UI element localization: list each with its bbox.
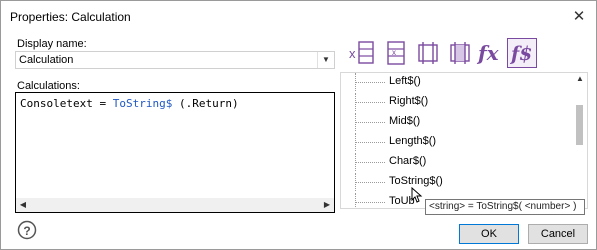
fstring-icon[interactable]: f$ — [507, 38, 537, 68]
function-label: Left$() — [389, 75, 421, 87]
tree-connector — [355, 102, 385, 103]
fx-label: fx — [476, 41, 500, 65]
svg-text:?: ? — [23, 224, 30, 238]
function-label: Char$() — [389, 155, 427, 167]
close-icon[interactable]: ✕ — [571, 9, 587, 25]
code-line: Consoletext = ToString$ (.Return) — [20, 97, 239, 110]
table-icon[interactable]: x — [381, 38, 411, 68]
tree-item-char[interactable]: Char$() — [341, 153, 571, 171]
function-label: ToString$() — [389, 175, 443, 187]
tree-connector — [355, 82, 385, 83]
scroll-thumb[interactable] — [576, 105, 583, 145]
horizontal-scrollbar[interactable]: ◀ ▶ — [16, 198, 334, 212]
tree-connector — [355, 182, 385, 183]
code-operator: = — [92, 97, 113, 110]
svg-text:x: x — [349, 46, 356, 61]
code-variable: Consoletext — [20, 97, 93, 110]
scroll-up-icon[interactable]: ▲ — [573, 73, 587, 85]
tree-connector — [355, 142, 385, 143]
tree-connector — [355, 193, 356, 208]
ok-button[interactable]: OK — [459, 224, 519, 244]
svg-text:x: x — [392, 48, 396, 57]
scroll-right-icon[interactable]: ▶ — [320, 198, 334, 212]
function-label: Mid$() — [389, 115, 421, 127]
function-label: Length$() — [389, 135, 437, 147]
tree-connector — [355, 202, 385, 203]
bracket-icon[interactable] — [413, 38, 443, 68]
tree-connector — [355, 122, 385, 123]
display-name-label: Display name: — [17, 38, 87, 50]
scroll-left-icon[interactable]: ◀ — [16, 198, 30, 212]
function-tree[interactable]: Left$() Right$() Mid$() Length$() Char$(… — [340, 72, 588, 209]
mouse-cursor-icon — [411, 186, 423, 203]
vertical-scrollbar[interactable]: ▲ — [573, 73, 587, 208]
display-name-combobox[interactable]: Calculation ▼ — [15, 51, 335, 69]
tree-connector — [355, 162, 385, 163]
chevron-down-icon[interactable]: ▼ — [317, 52, 334, 68]
title-bar: Properties: Calculation ✕ — [1, 1, 596, 33]
calculation-editor[interactable]: Consoletext = ToString$ (.Return) ◀ ▶ — [15, 92, 335, 213]
window-title: Properties: Calculation — [10, 10, 131, 24]
function-label: Right$() — [389, 95, 429, 107]
tree-item-mid[interactable]: Mid$() — [341, 113, 571, 131]
fx-icon[interactable]: fx — [476, 38, 506, 68]
tree-item-tostring[interactable]: ToString$() — [341, 173, 571, 191]
cancel-button[interactable]: Cancel — [528, 224, 588, 244]
help-icon[interactable]: ? — [17, 220, 37, 240]
function-tooltip: <string> = ToString$( <number> ) — [425, 199, 585, 215]
tree-item-right[interactable]: Right$() — [341, 93, 571, 111]
tree-item-length[interactable]: Length$() — [341, 133, 571, 151]
tree-item-left[interactable]: Left$() — [341, 73, 571, 91]
striped-bracket-icon[interactable] — [445, 38, 475, 68]
properties-dialog: Properties: Calculation ✕ Display name: … — [0, 0, 597, 250]
display-name-value: Calculation — [19, 54, 74, 66]
code-function: ToString$ — [112, 97, 173, 110]
variable-icon[interactable]: x — [348, 38, 378, 68]
code-arguments: (.Return) — [172, 97, 239, 110]
fs-label: f$ — [509, 43, 532, 65]
calculations-label: Calculations: — [17, 80, 80, 92]
